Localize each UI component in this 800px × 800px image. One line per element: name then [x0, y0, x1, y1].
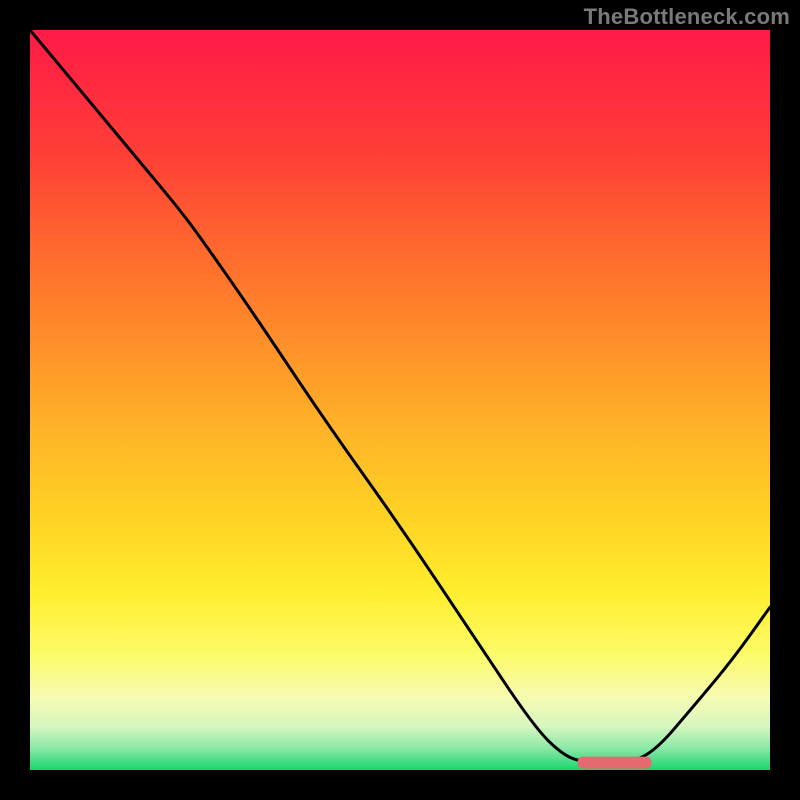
optimal-marker: [578, 757, 652, 769]
bottleneck-curve: [30, 30, 770, 763]
plot-area: [30, 30, 770, 770]
chart-overlay: [30, 30, 770, 770]
watermark-text: TheBottleneck.com: [584, 4, 790, 30]
chart-frame: TheBottleneck.com: [0, 0, 800, 800]
